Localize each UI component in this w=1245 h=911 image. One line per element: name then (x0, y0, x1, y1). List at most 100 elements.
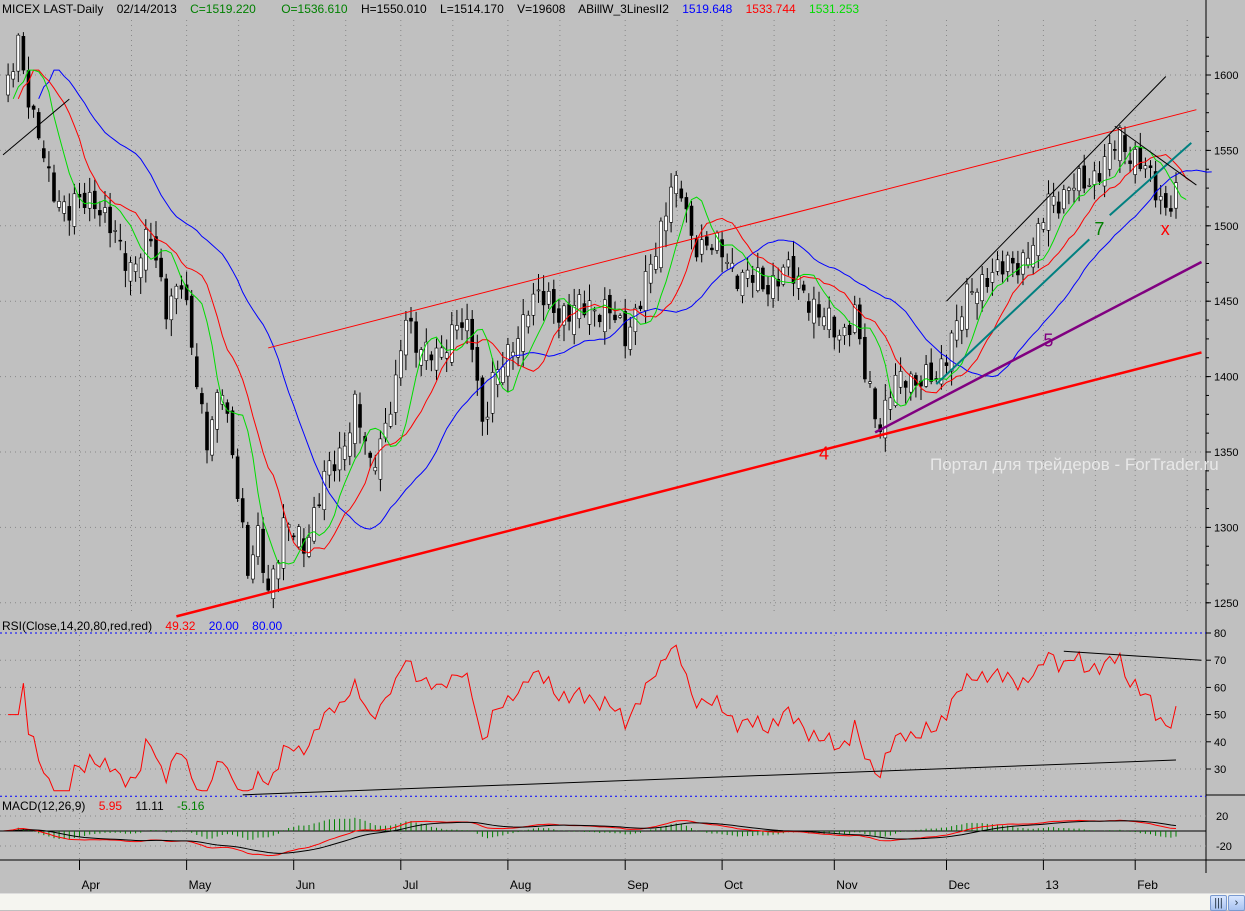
close-value: C=1519.220 (190, 2, 256, 16)
price-tick-label: 1550 (1214, 145, 1238, 157)
macd-header: MACD(12,26,9) 5.95 11.11 -5.16 (2, 799, 214, 813)
candle-body (577, 294, 582, 320)
candle-body (138, 257, 143, 278)
candle-body (322, 470, 327, 510)
candle-body (551, 289, 556, 313)
watermark: Портал для трейдеров - ForTrader.ru (930, 455, 1219, 474)
candle-body (388, 413, 393, 427)
candle-body (516, 338, 520, 358)
candle-body (674, 175, 679, 194)
candle-body (541, 291, 546, 306)
candle-body (108, 206, 112, 234)
annotation-label: 4 (819, 444, 829, 464)
candle-body (200, 393, 204, 405)
candle-body (1102, 156, 1107, 187)
candle-body (16, 34, 21, 72)
candle-body (246, 524, 250, 576)
candle-body (684, 197, 689, 210)
candle-body (1118, 127, 1122, 162)
candle-body (1164, 193, 1168, 208)
candle-body (1005, 254, 1010, 272)
price-tick-label: 1450 (1214, 296, 1238, 308)
candle-body (353, 393, 357, 444)
candle-body (393, 374, 398, 413)
candle-body (378, 438, 383, 480)
candle-body (704, 236, 709, 246)
candle-body (720, 239, 724, 258)
candle-body (1041, 222, 1046, 230)
candle-body (47, 166, 51, 169)
candle-body (837, 334, 842, 341)
candle-body (409, 317, 413, 322)
macd-signal: 11.11 (135, 799, 164, 813)
candle-body (812, 298, 816, 324)
candle-body (373, 467, 378, 472)
candle-body (113, 230, 117, 232)
green-line-value: 1531.253 (809, 2, 860, 16)
candle-body (1138, 146, 1143, 170)
candle-body (740, 272, 745, 296)
month-label: May (189, 878, 212, 892)
candle-body (93, 190, 97, 210)
candle-body (1123, 135, 1127, 152)
candle-body (215, 392, 219, 430)
low-value: L=1514.170 (440, 2, 504, 16)
price-header: MICEX LAST-Daily 02/14/2013 C=1519.220 O… (2, 2, 869, 16)
candle-body (414, 321, 418, 353)
candle-body (868, 381, 872, 384)
macd-label: MACD(12,26,9) (2, 799, 86, 813)
annotation-label: 7 (1094, 219, 1104, 239)
candle-body (62, 201, 67, 214)
candle-body (87, 192, 92, 209)
candle-body (444, 352, 449, 359)
candle-body (766, 285, 770, 295)
candle-body (1072, 187, 1076, 191)
candle-body (358, 404, 362, 428)
candle-body (159, 257, 163, 278)
candle-body (439, 347, 444, 358)
candle-body (317, 504, 322, 507)
symbol-label: MICEX LAST-Daily (2, 2, 104, 16)
candle-body (337, 447, 342, 471)
blue-line-value: 1519.648 (682, 2, 733, 16)
month-label: Nov (836, 878, 857, 892)
candle-body (572, 305, 577, 335)
candle-body (567, 304, 571, 322)
candle-body (266, 578, 271, 591)
candle-body (623, 311, 628, 347)
rsi-tick-label: 40 (1214, 737, 1226, 749)
candle-body (557, 308, 561, 323)
stock-chart[interactable]: 16001550150014501400135013001250Apr May Ju… (0, 0, 1245, 893)
candle-body (98, 210, 102, 216)
indicator-name: ABillW_3LinesII2 (578, 2, 669, 16)
candle-body (189, 295, 194, 348)
candle-body (490, 372, 495, 414)
rsi-high: 80.00 (252, 619, 283, 633)
candle-body (169, 295, 174, 321)
month-label: Jul (403, 878, 418, 892)
candle-body (1107, 143, 1112, 170)
horizontal-scrollbar[interactable]: ||| › (0, 893, 1245, 911)
candle-body (1026, 257, 1030, 266)
candle-body (653, 256, 658, 270)
annotation-label: x (1161, 219, 1170, 239)
rsi-label: RSI(Close,14,20,80,red,red) (2, 619, 153, 633)
candle-body (786, 259, 791, 268)
candle-body (669, 186, 673, 223)
candle-body (327, 460, 332, 476)
candle-body (256, 525, 260, 557)
candle-body (842, 327, 847, 337)
candle-body (465, 319, 469, 332)
candle-body (725, 261, 730, 264)
candle-body (1133, 149, 1137, 175)
candle-body (6, 74, 10, 96)
candle-body (608, 294, 612, 314)
candle-body (990, 272, 995, 283)
month-label: Apr (82, 878, 101, 892)
candle-body (628, 326, 633, 350)
candle-body (1077, 168, 1081, 192)
candle-body (57, 201, 61, 208)
price-tick-label: 1400 (1214, 372, 1238, 384)
candle-body (296, 526, 301, 548)
candle-body (822, 316, 826, 327)
